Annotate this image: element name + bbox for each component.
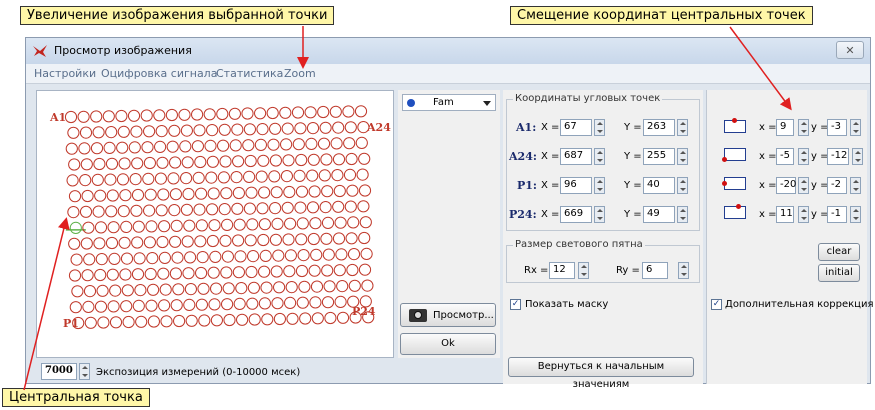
center-point-arrow [23, 217, 70, 391]
callout-arrows [23, 26, 792, 391]
shift-arrow [729, 26, 792, 111]
